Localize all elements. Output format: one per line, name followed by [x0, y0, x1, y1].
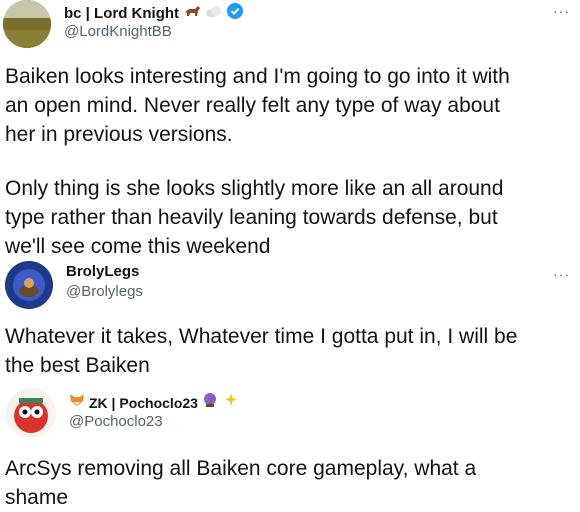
more-options-icon[interactable]: ··· [553, 4, 570, 18]
tweet-line: we'll see come this weekend [5, 235, 271, 258]
avatar-image [5, 261, 53, 309]
tweet-brolylegs: BrolyLegs @Brolylegs ··· Whatever it tak… [0, 258, 580, 378]
tweet-line: Only thing is she looks slightly more li… [5, 177, 504, 200]
tweet-line: shame [5, 486, 69, 509]
username[interactable]: @LordKnightBB [64, 23, 172, 40]
more-options-icon[interactable]: ··· [553, 267, 570, 281]
tweet-pochoclo23: ZK | Pochoclo23 @Pochoclo23 ArcSys remov… [0, 384, 580, 509]
avatar-image [3, 0, 51, 48]
verified-badge-icon [227, 3, 244, 24]
tweet-line: Whatever it takes, Whatever time I gotta… [5, 325, 518, 348]
display-name[interactable]: bc | Lord Knight [64, 5, 179, 22]
sparkles-icon [222, 392, 238, 413]
horse-icon [183, 4, 201, 23]
avatar[interactable] [3, 0, 51, 48]
tweet-line: ArcSys removing all Baiken core gameplay… [5, 457, 477, 480]
tweet-line: an open mind. Never really felt any type… [5, 94, 500, 117]
cloud-icon [205, 4, 223, 23]
avatar-image [6, 388, 56, 438]
tweet-line: the best Baiken [5, 354, 150, 377]
tweet-line: her in previous versions. [5, 123, 233, 146]
display-name[interactable]: BrolyLegs [66, 263, 139, 280]
tweet-line: Baiken looks interesting and I'm going t… [5, 65, 510, 88]
fox-icon [69, 393, 85, 412]
tweet-line: type rather than heavily leaning towards… [5, 206, 498, 229]
username[interactable]: @Brolylegs [66, 283, 143, 300]
tweet-lordknight: bc | Lord Knight @LordKnightBB ··· Baike… [0, 0, 580, 262]
avatar[interactable] [6, 388, 56, 438]
crystal-ball-icon [202, 392, 218, 413]
avatar[interactable] [5, 261, 53, 309]
display-name[interactable]: ZK | Pochoclo23 [89, 395, 198, 411]
username[interactable]: @Pochoclo23 [69, 413, 163, 430]
